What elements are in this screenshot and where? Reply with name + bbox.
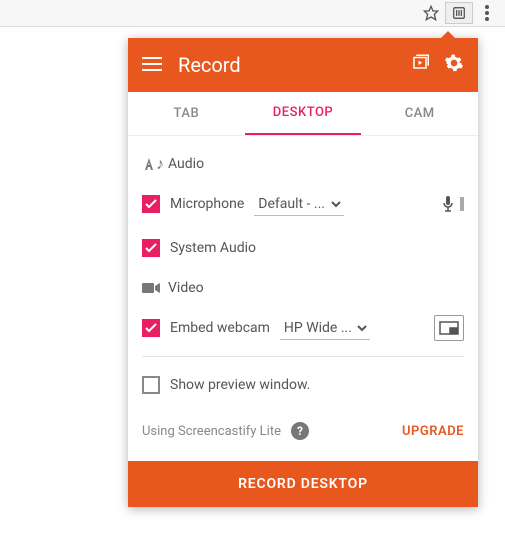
video-icon: [142, 282, 168, 294]
microphone-checkbox[interactable]: [142, 195, 160, 213]
system-audio-label: System Audio: [170, 240, 256, 256]
record-desktop-button[interactable]: RECORD DESKTOP: [128, 461, 478, 507]
footer-row: Using Screencastify Lite ? UPGRADE: [142, 407, 464, 455]
gear-icon[interactable]: [444, 53, 464, 77]
browser-menu-icon[interactable]: [473, 2, 501, 24]
browser-toolbar: [0, 0, 505, 27]
popup-title: Record: [178, 53, 410, 77]
popup-header: Record: [128, 38, 478, 92]
embed-webcam-checkbox[interactable]: [142, 319, 160, 337]
embed-webcam-option: Embed webcam HP Wide ...: [142, 306, 464, 350]
pip-icon[interactable]: [434, 315, 464, 341]
video-label: Video: [168, 280, 204, 296]
system-audio-option: System Audio: [142, 226, 464, 270]
library-icon[interactable]: [410, 53, 430, 77]
microphone-dropdown[interactable]: Default - ...: [254, 193, 344, 216]
upgrade-link[interactable]: UPGRADE: [402, 424, 464, 439]
webcam-dropdown[interactable]: HP Wide ...: [280, 317, 370, 340]
help-icon[interactable]: ?: [291, 422, 309, 440]
extension-popup: Record TAB DESKTOP CAM ♪ Audio Micr: [128, 38, 478, 507]
mic-level-icon: [441, 195, 464, 213]
lite-text: Using Screencastify Lite: [142, 424, 281, 439]
tab-tab[interactable]: TAB: [128, 92, 245, 135]
system-audio-checkbox[interactable]: [142, 239, 160, 257]
audio-icon: ♪: [142, 154, 168, 174]
tab-desktop[interactable]: DESKTOP: [245, 92, 362, 135]
show-preview-label: Show preview window.: [170, 377, 310, 393]
hamburger-icon[interactable]: [142, 56, 162, 75]
microphone-option: Microphone Default - ...: [142, 182, 464, 226]
video-section: Video: [142, 270, 464, 306]
tab-bar: TAB DESKTOP CAM: [128, 92, 478, 136]
embed-webcam-label: Embed webcam: [170, 320, 270, 336]
show-preview-checkbox[interactable]: [142, 376, 160, 394]
audio-label: Audio: [168, 156, 204, 172]
audio-section: ♪ Audio: [142, 146, 464, 182]
tab-cam[interactable]: CAM: [361, 92, 478, 135]
microphone-label: Microphone: [170, 196, 244, 212]
options-body: ♪ Audio Microphone Default - ... System …: [128, 136, 478, 461]
show-preview-option: Show preview window.: [142, 363, 464, 407]
star-icon[interactable]: [417, 2, 445, 24]
divider: [142, 356, 464, 357]
extension-icon[interactable]: [445, 2, 473, 24]
